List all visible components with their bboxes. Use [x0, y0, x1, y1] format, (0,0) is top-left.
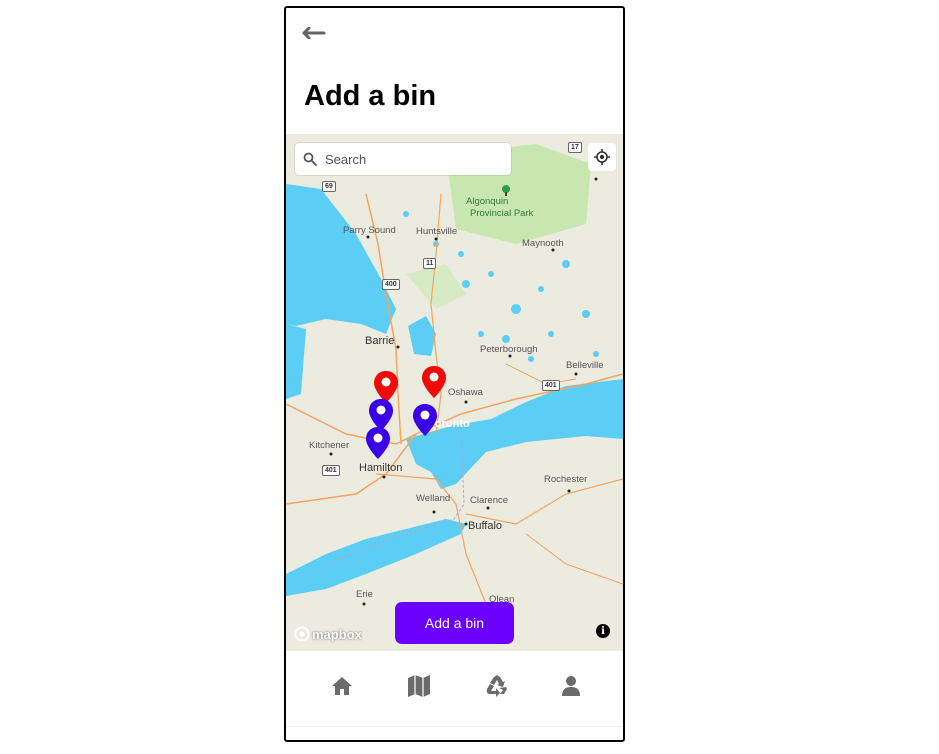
tab-recycle[interactable]	[482, 671, 512, 701]
label-barrie: Barrie	[365, 335, 395, 347]
highway-shield-401-west: 401	[322, 465, 340, 476]
label-huntsville: Huntsville	[416, 226, 458, 237]
label-oshawa: Oshawa	[448, 387, 483, 398]
map-view[interactable]: Algonquin Provincial Park Parry Sound Hu…	[286, 134, 623, 651]
label-rochester: Rochester	[544, 474, 588, 485]
map-icon	[408, 675, 430, 697]
bottom-tab-bar	[286, 651, 623, 727]
label-parry-sound: Parry Sound	[343, 225, 396, 236]
phone-frame: Add a bin Algonquin Provincial Park Parr…	[284, 6, 625, 742]
highway-shield-401-east: 401	[542, 380, 560, 391]
tab-profile[interactable]	[556, 671, 586, 701]
label-erie: Erie	[356, 589, 373, 600]
highway-shield-400: 400	[382, 279, 400, 290]
mapbox-icon	[294, 626, 310, 642]
crosshair-icon	[594, 149, 610, 165]
mapbox-logo[interactable]: mapbox	[294, 626, 362, 642]
highway-shield-17: 17	[568, 142, 582, 153]
label-buffalo: Buffalo	[468, 520, 503, 532]
info-icon[interactable]: i	[596, 624, 610, 638]
label-maynooth: Maynooth	[522, 238, 564, 249]
label-welland: Welland	[416, 493, 451, 504]
home-icon	[332, 677, 352, 695]
pin-red-2[interactable]	[421, 365, 447, 399]
arrow-left-icon	[302, 27, 326, 39]
map-search	[295, 143, 511, 175]
geolocate-button[interactable]	[588, 143, 616, 171]
recycle-icon	[486, 675, 507, 697]
search-icon	[303, 152, 317, 166]
label-belleville: Belleville	[566, 360, 604, 371]
label-algonquin: Algonquin	[466, 196, 509, 207]
label-clarence: Clarence	[470, 495, 509, 506]
label-hamilton: Hamilton	[359, 462, 403, 474]
tab-home[interactable]	[327, 671, 357, 701]
highway-shield-69: 69	[322, 181, 336, 192]
mapbox-logo-text: mapbox	[312, 626, 362, 642]
back-button[interactable]	[300, 22, 328, 44]
add-bin-button[interactable]: Add a bin	[395, 602, 514, 644]
tab-map[interactable]	[404, 671, 434, 701]
search-input[interactable]	[325, 151, 495, 167]
pin-blue-3[interactable]	[365, 426, 391, 460]
user-icon	[562, 676, 580, 696]
label-provincial-park: Provincial Park	[470, 208, 534, 219]
page-title: Add a bin	[304, 80, 437, 112]
pin-blue-2[interactable]	[412, 403, 438, 437]
highway-shield-11: 11	[423, 258, 437, 269]
label-kitchener: Kitchener	[309, 440, 350, 451]
label-peterborough: Peterborough	[480, 344, 538, 355]
